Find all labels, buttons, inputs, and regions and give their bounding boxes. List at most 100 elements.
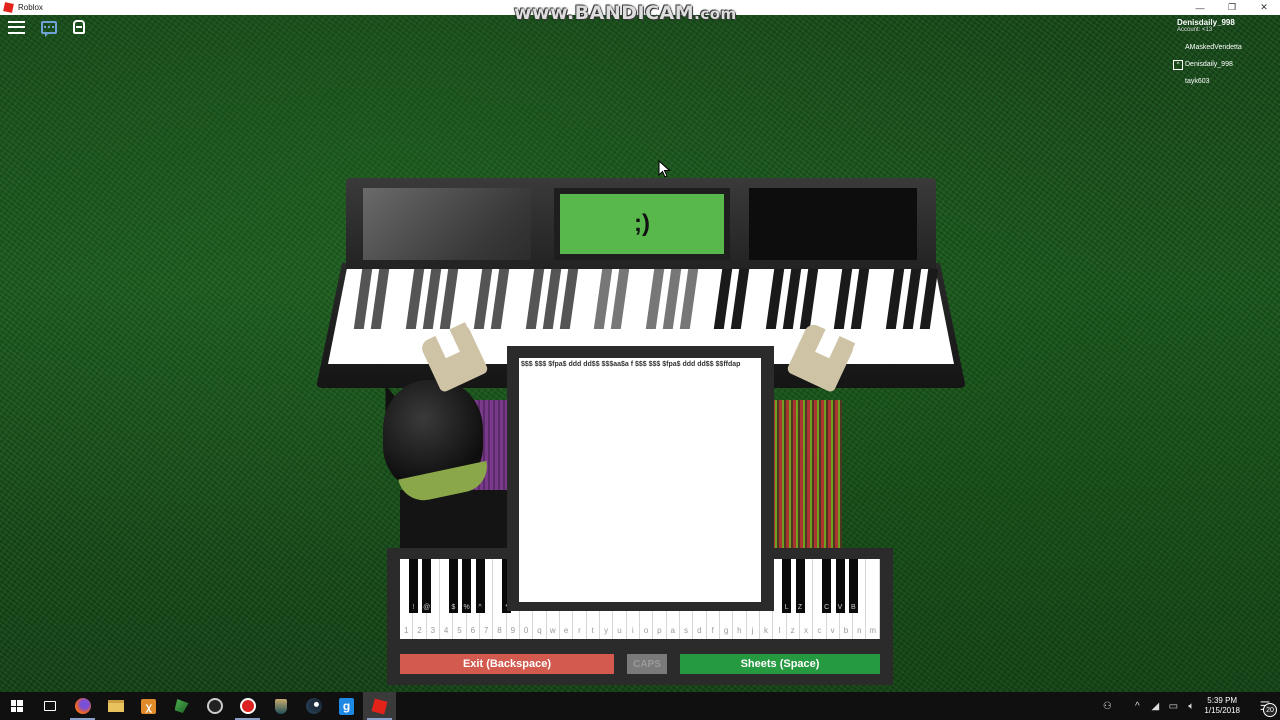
key-label: $	[451, 604, 456, 611]
key-label: e	[563, 626, 569, 635]
xampp-icon: ꭓ	[141, 698, 156, 714]
action-center-button[interactable]: ☰ 20	[1250, 692, 1280, 720]
piano-black-key[interactable]: $	[448, 559, 458, 613]
exit-button[interactable]: Exit (Backspace)	[400, 654, 614, 674]
piano-white-key[interactable]: m	[866, 559, 880, 639]
key-label: q	[537, 626, 542, 635]
windows-taskbar: ꭓ g ⚇ ^ ◢ ▭ 🔈︎ 5:39 PM 1/15/2018 20	[0, 692, 1280, 720]
key-label: o	[643, 626, 649, 635]
friend-badge-icon: ^	[1173, 60, 1183, 70]
start-button[interactable]	[0, 692, 33, 720]
key-label: 5	[457, 626, 462, 635]
taskbar-app-file-explorer[interactable]	[99, 692, 132, 720]
taskbar-app-league-of-legends[interactable]	[264, 692, 297, 720]
show-hidden-icons-chevron-up-icon[interactable]: ^	[1128, 701, 1146, 712]
sheet-music-text[interactable]: $$$ $$$ $fpa$ ddd dd$$ $$$aa$a f $$$ $$$…	[519, 358, 761, 602]
self-username: Denisdaily_998	[1177, 18, 1235, 27]
gmod-icon: g	[339, 697, 354, 715]
player-row[interactable]: tayk603	[1165, 73, 1280, 90]
key-label: m	[869, 626, 876, 635]
piano-display-text: ;)	[560, 194, 724, 254]
key-label: d	[697, 626, 702, 635]
key-label: 4	[443, 626, 449, 635]
roblox-topbar	[8, 20, 85, 37]
taskbar-app-garrys-mod[interactable]: g	[330, 692, 363, 720]
volume-icon[interactable]: 🔈︎	[1182, 701, 1200, 712]
key-label: 1	[403, 626, 409, 635]
sheets-button[interactable]: Sheets (Space)	[680, 654, 880, 674]
key-label: B	[850, 604, 856, 611]
key-label: 0	[523, 626, 529, 635]
piano-black-key[interactable]: Z	[795, 559, 805, 613]
taskbar-app-firefox[interactable]	[66, 692, 99, 720]
key-label: 7	[483, 626, 489, 635]
key-label: z	[790, 626, 795, 635]
piano-black-key[interactable]: @	[422, 559, 432, 613]
taskbar-app-green[interactable]	[165, 692, 198, 720]
key-label: 9	[510, 626, 516, 635]
piano-black-key[interactable]: B	[848, 559, 858, 613]
sheet-music-panel: $$$ $$$ $fpa$ ddd dd$$ $$$aa$a f $$$ $$$…	[507, 346, 774, 611]
key-label: i	[631, 626, 634, 635]
notification-count: 20	[1263, 703, 1277, 717]
key-label: r	[578, 626, 581, 635]
key-label: b	[843, 626, 849, 635]
windows-icon	[10, 700, 23, 712]
screen: Roblox — ❐ ✕ www.BANDICAM.com Denisdaily…	[0, 0, 1280, 720]
task-view-button[interactable]	[33, 692, 66, 720]
key-label: l	[778, 626, 781, 635]
roblox-icon	[371, 698, 388, 714]
battery-icon[interactable]: ▭	[1164, 701, 1182, 712]
player-list-header[interactable]: Denisdaily_998 Account: <13	[1165, 18, 1280, 33]
firefox-icon	[74, 698, 91, 714]
character-right-shirt	[772, 400, 842, 550]
watermark-suffix: .com	[694, 5, 737, 23]
wifi-icon[interactable]: ◢	[1146, 701, 1164, 712]
caps-button[interactable]: CAPS	[627, 654, 667, 674]
taskbar-app-xampp[interactable]: ꭓ	[132, 692, 165, 720]
clock-time: 5:39 PM	[1207, 696, 1238, 705]
piano-black-key[interactable]: ^	[475, 559, 485, 613]
taskbar-app-obs[interactable]	[198, 692, 231, 720]
piano-black-key[interactable]: %	[462, 559, 472, 613]
taskbar-app-roblox[interactable]	[363, 692, 396, 720]
player-row[interactable]: AMaskedVendetta	[1165, 39, 1280, 56]
window-controls: — ❐ ✕	[1184, 0, 1280, 15]
menu-icon[interactable]	[8, 20, 25, 34]
backpack-icon[interactable]	[73, 20, 85, 34]
key-label: x	[804, 626, 808, 635]
piano-panel-right	[749, 188, 917, 260]
key-label: L	[784, 604, 789, 611]
people-icon[interactable]: ⚇	[1098, 701, 1116, 712]
maximize-button[interactable]: ❐	[1216, 0, 1248, 15]
close-button[interactable]: ✕	[1248, 0, 1280, 15]
key-label: g	[723, 626, 729, 635]
player-name: AMaskedVendetta	[1185, 44, 1242, 51]
piano-black-key[interactable]: L	[782, 559, 792, 613]
player-list: Denisdaily_998 Account: <13 AMaskedVende…	[1165, 18, 1280, 90]
key-label: Z	[797, 604, 803, 611]
key-label: 2	[417, 626, 422, 635]
key-label: V	[837, 604, 843, 611]
player-row[interactable]: ^ Denisdaily_998	[1165, 56, 1280, 73]
chat-icon[interactable]	[41, 20, 57, 37]
piano-black-key[interactable]: C	[822, 559, 832, 613]
key-label: %	[463, 604, 470, 611]
folder-icon	[107, 700, 124, 712]
piano-black-key[interactable]: V	[835, 559, 845, 613]
key-label: w	[549, 626, 556, 635]
taskbar-clock[interactable]: 5:39 PM 1/15/2018	[1204, 696, 1240, 716]
key-label: c	[817, 626, 822, 635]
key-label: a	[670, 626, 675, 635]
key-label: C	[824, 604, 830, 611]
minimize-button[interactable]: —	[1184, 0, 1216, 15]
key-label: s	[684, 626, 689, 635]
key-label: y	[604, 626, 609, 635]
taskbar-app-steam[interactable]	[297, 692, 330, 720]
piano-panel-center: ;)	[554, 188, 730, 260]
clock-date: 1/15/2018	[1204, 706, 1240, 715]
taskbar-app-bandicam[interactable]	[231, 692, 264, 720]
roblox-app-icon	[3, 2, 14, 13]
key-label: t	[591, 626, 594, 635]
piano-black-key[interactable]: !	[408, 559, 418, 613]
